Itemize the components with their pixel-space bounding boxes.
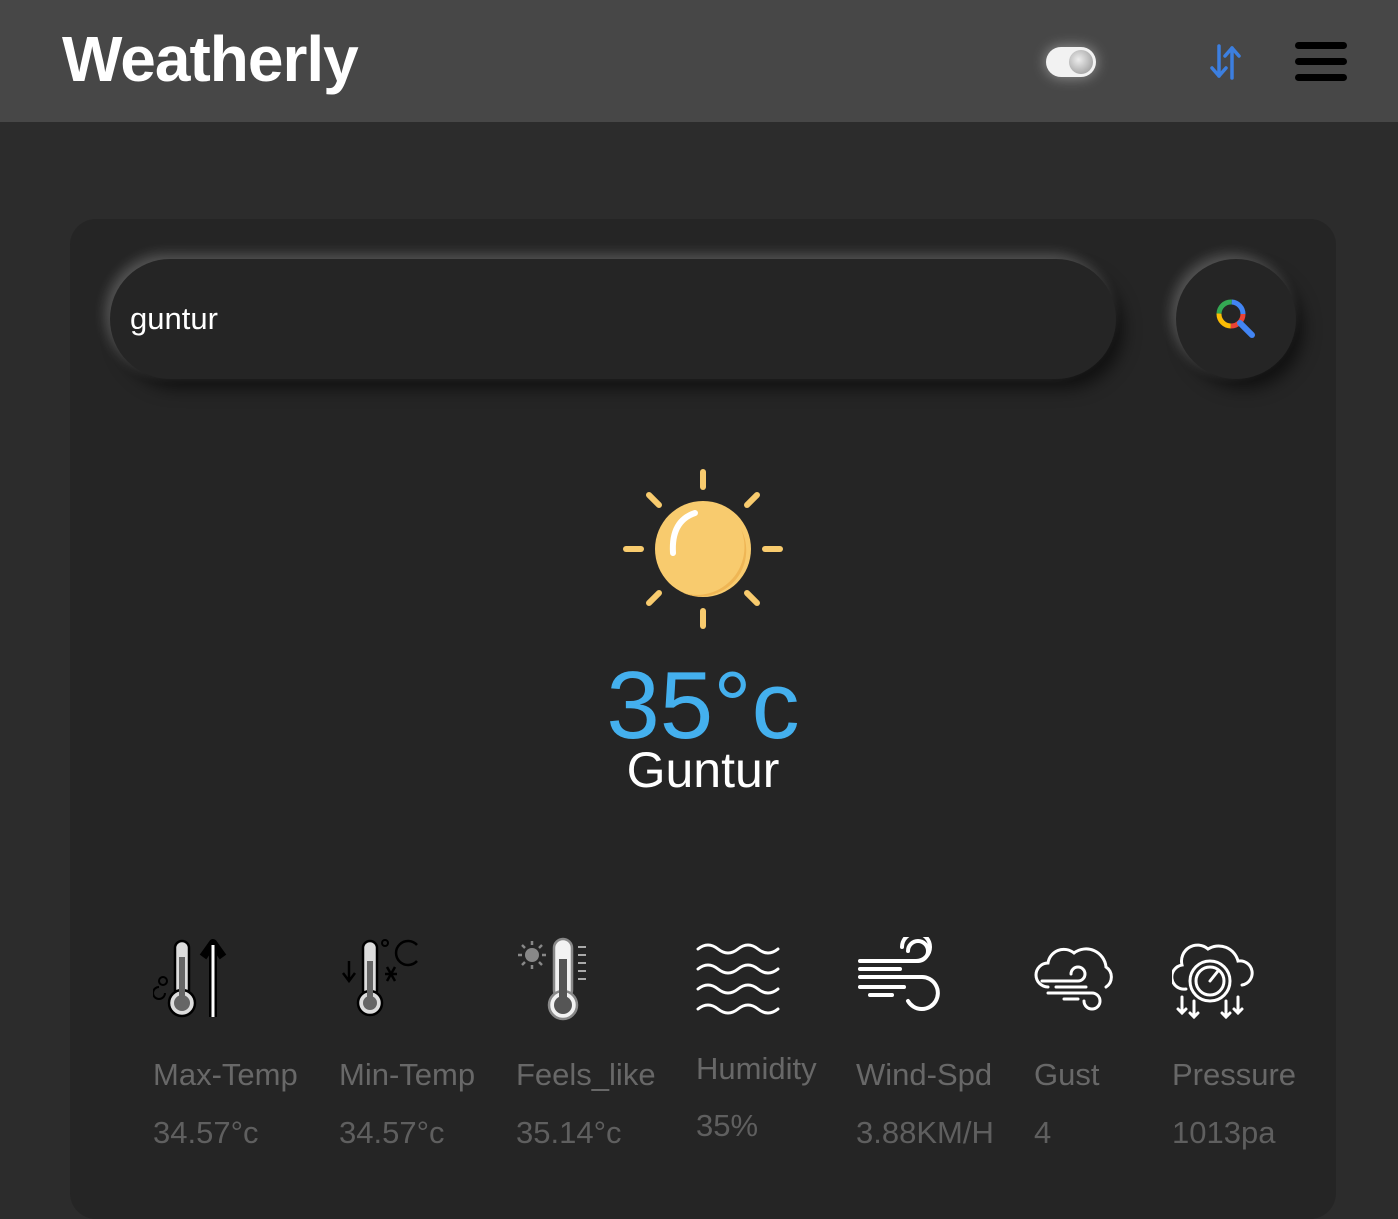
stat-label: Feels_like [516, 1057, 656, 1092]
stat-label: Pressure [1172, 1057, 1297, 1092]
sort-arrows-icon [1210, 44, 1241, 80]
sort-button[interactable] [1208, 40, 1244, 84]
humidity-waves-icon [696, 943, 780, 1015]
stat-value: 34.57°c [339, 1115, 445, 1150]
toggle-switch-icon [1069, 50, 1093, 74]
search-button[interactable] [1176, 259, 1296, 379]
thermometer-min-icon [342, 939, 418, 1017]
theme-toggle[interactable] [1046, 47, 1096, 77]
stat-gust: Gust 4 [1034, 937, 1118, 1150]
stat-pressure: Pressure 1013pa [1172, 937, 1296, 1150]
thermometer-feels-icon [518, 937, 586, 1021]
sun-icon [623, 469, 783, 629]
stat-wind-speed: Wind-Spd 3.88KM/H [856, 937, 994, 1150]
city-name: Guntur [626, 742, 780, 798]
stat-min-temp: Min-Temp 34.57°c [339, 937, 475, 1150]
menu-button[interactable] [1295, 42, 1347, 82]
stat-feels-like: Feels_like 35.14°c [516, 937, 656, 1150]
wind-icon [858, 937, 940, 1011]
stat-label: Max-Temp [153, 1057, 298, 1092]
city-search-input[interactable] [110, 259, 1116, 379]
stat-label: Gust [1034, 1057, 1100, 1092]
thermometer-max-icon [153, 939, 227, 1018]
app-header: Weatherly [0, 0, 1398, 122]
stat-value: 35.14°c [516, 1115, 622, 1150]
stat-value: 3.88KM/H [856, 1115, 994, 1150]
search-icon [1216, 299, 1255, 338]
brand-title: Weatherly [62, 23, 359, 95]
stat-label: Min-Temp [339, 1057, 476, 1092]
stat-value: 34.57°c [153, 1115, 259, 1150]
stat-humidity: Humidity 35% [696, 937, 817, 1143]
stat-max-temp: Max-Temp 34.57°c [153, 937, 298, 1150]
gust-cloud-icon [1034, 947, 1113, 1011]
stat-value: 35% [696, 1108, 759, 1143]
hamburger-menu-icon [1295, 42, 1347, 49]
stat-value: 4 [1034, 1115, 1052, 1150]
pressure-gauge-icon [1172, 943, 1254, 1020]
stat-label: Wind-Spd [856, 1057, 993, 1092]
current-temperature: 35°c [606, 652, 800, 759]
stat-value: 1013pa [1172, 1115, 1276, 1150]
weather-card: 35°c Guntur Max-Temp 34.57°c [70, 219, 1336, 1219]
stat-label: Humidity [696, 1051, 817, 1086]
